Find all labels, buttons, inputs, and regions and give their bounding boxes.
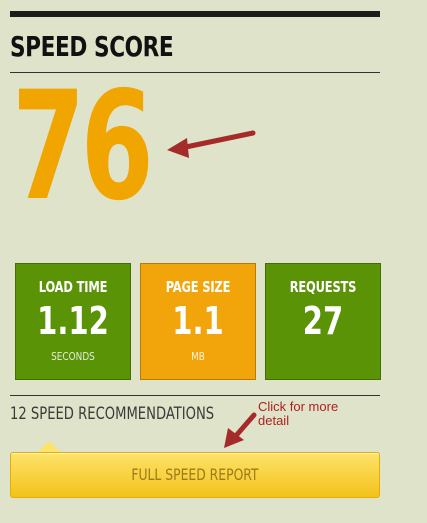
- recommendations-count: 12 SPEED RECOMMENDATIONS: [10, 404, 215, 424]
- metric-label: PAGE SIZE: [165, 278, 231, 296]
- full-speed-report-button[interactable]: FULL SPEED REPORT: [10, 452, 380, 498]
- arrow-annotation-icon: [224, 412, 257, 448]
- metric-page-size: PAGE SIZE 1.1 MB: [140, 263, 256, 380]
- metric-value: 27: [302, 299, 344, 343]
- callout-note: Click for more detail: [258, 399, 339, 428]
- metrics-row: LOAD TIME 1.12 SECONDS PAGE SIZE 1.1 MB …: [15, 263, 381, 380]
- metric-unit: MB: [191, 350, 205, 363]
- metric-load-time: LOAD TIME 1.12 SECONDS: [15, 263, 131, 380]
- metric-value: 1.1: [172, 299, 224, 343]
- metric-requests: REQUESTS 27: [265, 263, 381, 380]
- metric-unit: SECONDS: [51, 350, 95, 363]
- arrow-annotation-icon: [167, 130, 256, 158]
- button-label: FULL SPEED REPORT: [131, 465, 259, 484]
- button-notch: [38, 441, 60, 452]
- metric-label: LOAD TIME: [38, 278, 108, 296]
- top-bar: [10, 11, 380, 17]
- page-title: SPEED SCORE: [10, 30, 174, 63]
- divider: [10, 395, 380, 396]
- metric-label: REQUESTS: [289, 278, 357, 296]
- speed-score-value: 76: [12, 60, 154, 234]
- metric-value: 1.12: [37, 299, 109, 343]
